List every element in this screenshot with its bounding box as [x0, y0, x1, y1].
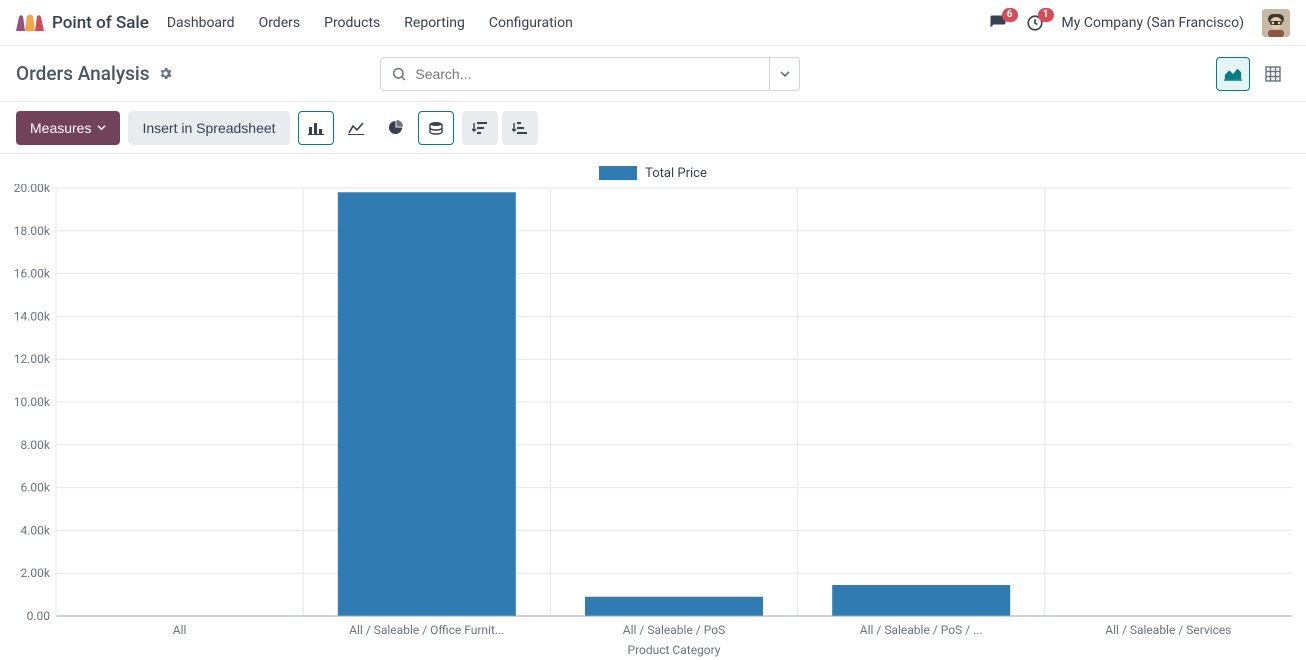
caret-down-icon [97, 123, 106, 132]
svg-text:18.00k: 18.00k [14, 224, 51, 238]
insert-spreadsheet-label: Insert in Spreadsheet [142, 120, 275, 136]
legend-swatch [599, 166, 637, 180]
activities-button[interactable]: 1 [1026, 14, 1044, 32]
stack-icon [428, 121, 444, 135]
chart-type-line[interactable] [338, 111, 374, 145]
chart-type-group [298, 111, 454, 145]
measures-button[interactable]: Measures [16, 111, 120, 145]
search-options-toggle[interactable] [770, 57, 800, 91]
company-selector[interactable]: My Company (San Francisco) [1062, 15, 1244, 31]
svg-text:6.00k: 6.00k [21, 481, 51, 495]
svg-text:0.00: 0.00 [27, 609, 51, 623]
svg-text:10.00k: 10.00k [14, 395, 51, 409]
sort-asc-button[interactable] [502, 111, 538, 145]
view-graph-button[interactable] [1216, 57, 1250, 91]
measures-label: Measures [30, 120, 91, 136]
chart-type-pie[interactable] [378, 111, 414, 145]
messages-badge: 6 [1002, 8, 1018, 22]
svg-text:16.00k: 16.00k [14, 267, 51, 281]
view-switch [1216, 57, 1290, 91]
view-pivot-button[interactable] [1256, 57, 1290, 91]
activities-badge: 1 [1038, 8, 1054, 22]
svg-text:All / Saleable / Services: All / Saleable / Services [1105, 623, 1231, 637]
svg-text:14.00k: 14.00k [14, 309, 51, 323]
sort-group [462, 111, 538, 145]
caret-down-icon [780, 69, 790, 79]
svg-text:8.00k: 8.00k [21, 438, 51, 452]
svg-text:20.00k: 20.00k [14, 184, 51, 195]
legend-series-label: Total Price [645, 166, 707, 181]
chart-legend: Total Price [8, 162, 1298, 184]
svg-text:Product Category: Product Category [628, 643, 721, 657]
chart-area: Total Price 0.00 2.00k 4.00k 6.00k 8.00k 10.0… [0, 154, 1306, 660]
svg-text:All / Saleable / PoS: All / Saleable / PoS [623, 623, 725, 637]
brand-title: Point of Sale [52, 13, 149, 33]
svg-text:12.00k: 12.00k [14, 352, 51, 366]
nav-link-dashboard[interactable]: Dashboard [167, 15, 235, 31]
nav-link-reporting[interactable]: Reporting [404, 15, 465, 31]
sort-desc-button[interactable] [462, 111, 498, 145]
avatar[interactable] [1262, 9, 1290, 37]
search-input[interactable] [415, 66, 759, 82]
sort-desc-icon [472, 121, 487, 135]
bar-chart: 0.00 2.00k 4.00k 6.00k 8.00k 10.00k 12.00k 14.0… [8, 184, 1298, 660]
navbar: Point of Sale Dashboard Orders Products … [0, 0, 1306, 46]
chart-stacked-toggle[interactable] [418, 111, 454, 145]
search-icon [391, 66, 407, 82]
svg-text:All / Saleable / PoS / ...: All / Saleable / PoS / ... [860, 623, 983, 637]
svg-text:2.00k: 2.00k [21, 566, 51, 580]
pie-chart-icon [388, 120, 403, 135]
pos-logo-icon [16, 13, 44, 33]
page-title: Orders Analysis [16, 62, 150, 85]
sort-asc-icon [512, 121, 527, 135]
nav-link-configuration[interactable]: Configuration [489, 15, 573, 31]
nav-link-orders[interactable]: Orders [259, 15, 301, 31]
pivot-table-icon [1265, 66, 1281, 82]
control-bar: Orders Analysis [0, 46, 1306, 102]
line-chart-icon [348, 121, 364, 135]
page-title-wrap: Orders Analysis [16, 62, 173, 85]
bar-chart-icon [308, 121, 324, 135]
insert-spreadsheet-button[interactable]: Insert in Spreadsheet [128, 111, 289, 145]
nav-link-products[interactable]: Products [324, 15, 380, 31]
nav-right: 6 1 My Company (San Francisco) [988, 9, 1290, 37]
svg-text:All / Saleable / Office Furnit: All / Saleable / Office Furnit... [349, 623, 504, 637]
area-chart-icon [1224, 66, 1242, 82]
messages-button[interactable]: 6 [988, 14, 1008, 32]
search-wrap [380, 57, 800, 91]
search-box[interactable] [380, 57, 770, 91]
chart-type-bar[interactable] [298, 111, 334, 145]
gear-icon[interactable] [158, 66, 173, 81]
svg-text:All: All [173, 623, 187, 637]
nav-links: Dashboard Orders Products Reporting Conf… [167, 15, 573, 31]
svg-text:4.00k: 4.00k [21, 523, 51, 537]
brand[interactable]: Point of Sale [16, 13, 149, 33]
toolbar: Measures Insert in Spreadsheet [0, 102, 1306, 154]
